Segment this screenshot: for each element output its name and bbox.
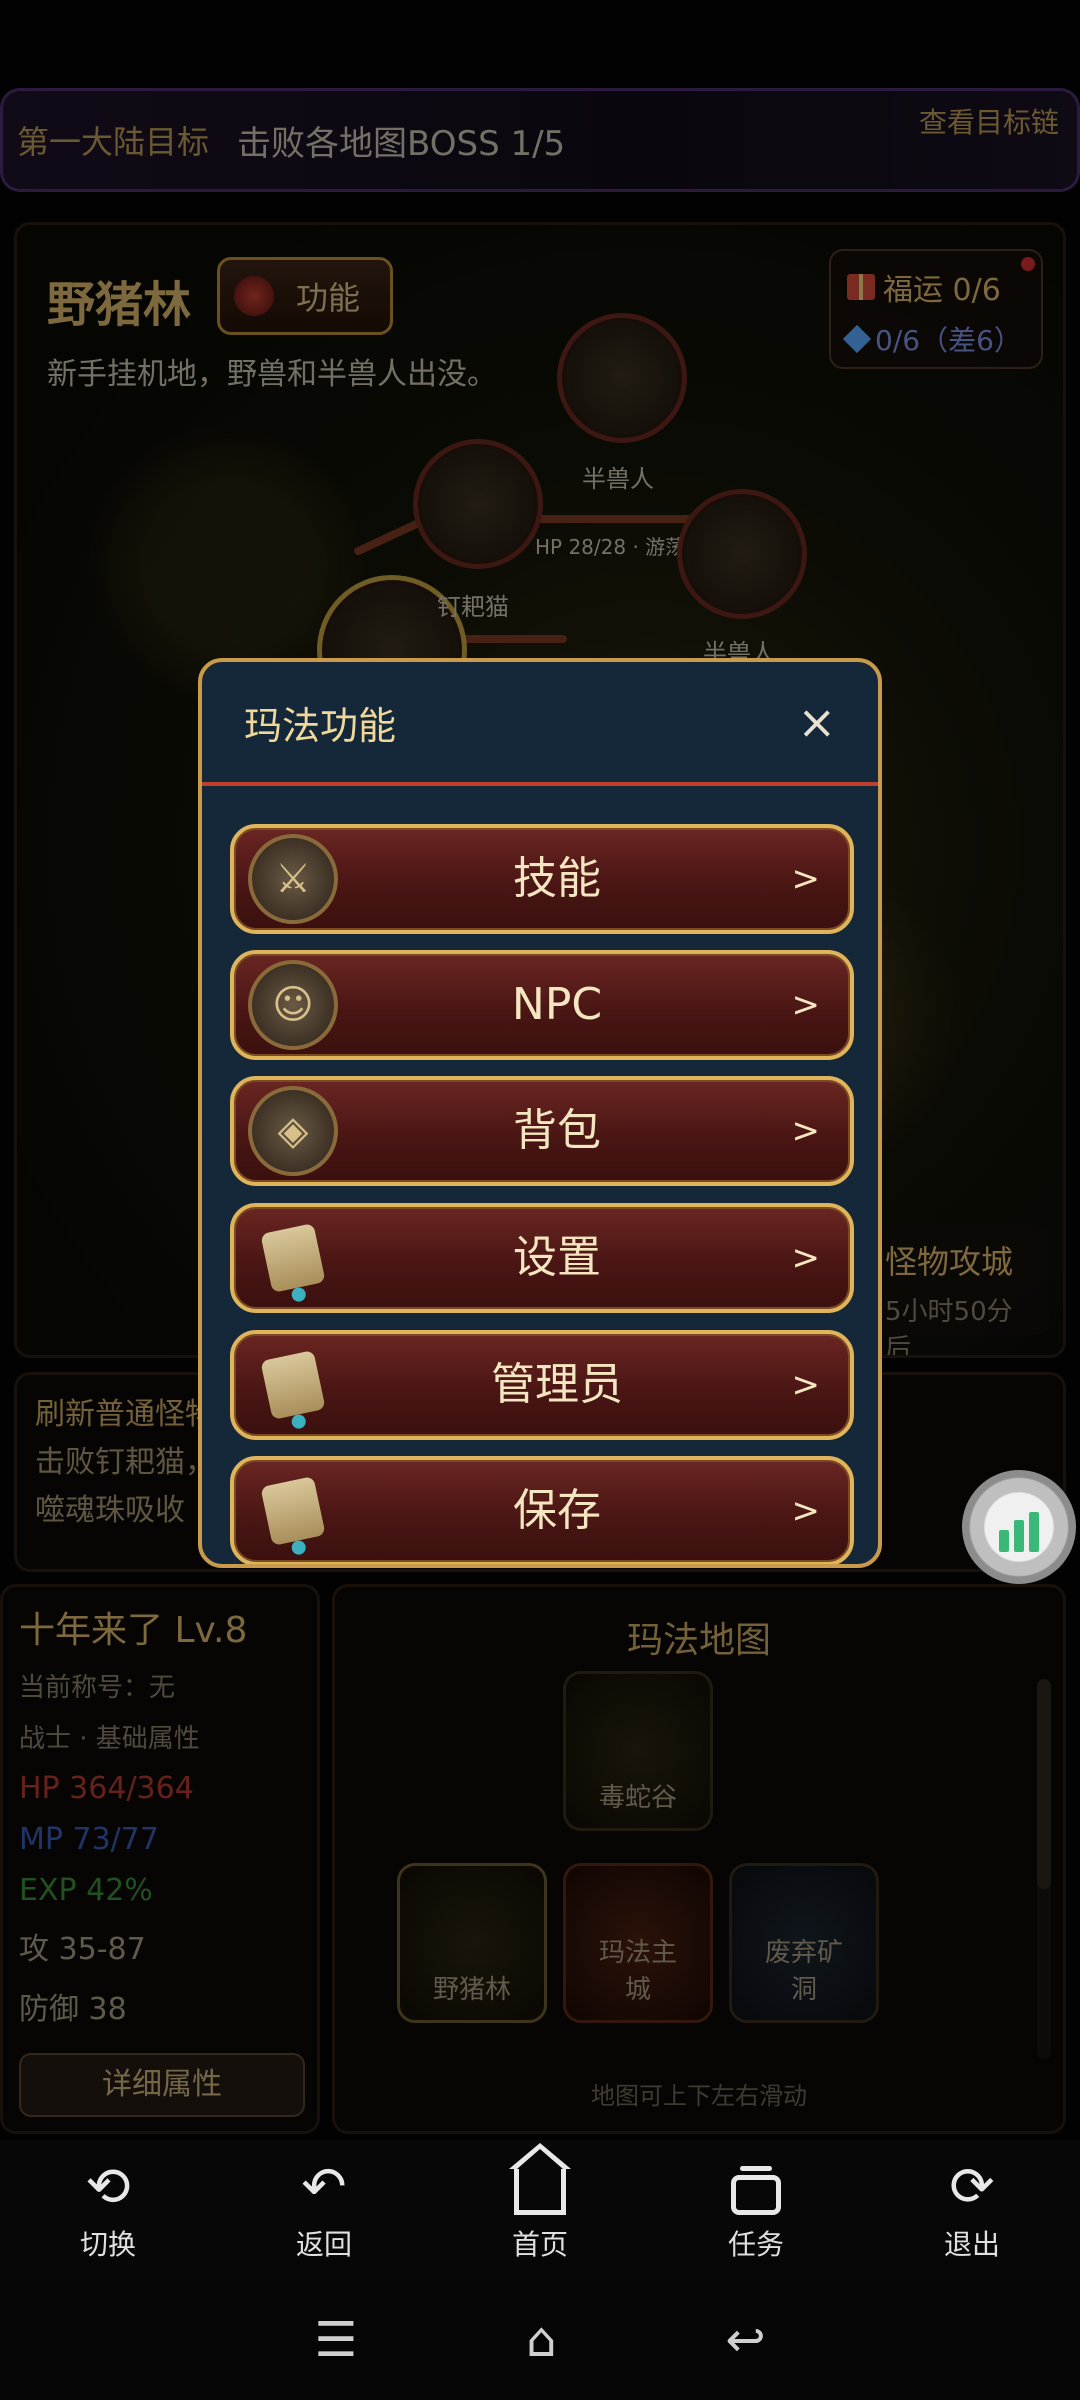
bar-chart-icon xyxy=(1014,1520,1024,1552)
crossed-swords-icon: ⚔ xyxy=(248,834,338,924)
undo-icon: ↶ xyxy=(301,2155,347,2218)
home-icon xyxy=(470,2143,610,2217)
menu-item-label: 设置 xyxy=(513,1232,601,1283)
chevron-right-icon: > xyxy=(791,1365,821,1405)
chevron-right-icon: > xyxy=(791,859,821,899)
nav-label: 退出 xyxy=(943,2228,1000,2261)
scroll-icon xyxy=(248,1466,338,1556)
menu-item-npc[interactable]: ☺ NPC > xyxy=(230,950,854,1060)
nav-exit[interactable]: ⟳ 退出 xyxy=(902,2157,1042,2263)
menu-item-save[interactable]: 保存 > xyxy=(230,1456,854,1564)
mafa-function-modal: 玛法功能 × ⚔ 技能 > ☺ NPC > ◈ 背包 > 设置 > 管理员 > xyxy=(198,658,882,1568)
exit-icon: ⟳ xyxy=(949,2155,995,2218)
menu-icon[interactable]: ☰ xyxy=(314,2312,357,2368)
backpack-icon: ◈ xyxy=(248,1086,338,1176)
nav-home[interactable]: 首页 xyxy=(470,2143,610,2263)
modal-title: 玛法功能 xyxy=(244,703,397,748)
bottom-nav: ⟲ 切换 ↶ 返回 首页 任务 ⟳ 退出 xyxy=(0,2140,1080,2280)
nav-label: 首页 xyxy=(511,2228,568,2261)
npc-portrait-icon: ☺ xyxy=(248,960,338,1050)
menu-item-skills[interactable]: ⚔ 技能 > xyxy=(230,824,854,934)
back-icon[interactable]: ↩ xyxy=(725,2312,765,2368)
menu-item-admin[interactable]: 管理员 > xyxy=(230,1330,854,1440)
nav-switch[interactable]: ⟲ 切换 xyxy=(38,2157,178,2263)
chevron-right-icon: > xyxy=(791,1491,821,1531)
modal-header: 玛法功能 × xyxy=(202,662,878,786)
floating-stats-button[interactable] xyxy=(962,1470,1076,1584)
switch-icon: ⟲ xyxy=(85,2155,131,2218)
close-icon[interactable]: × xyxy=(797,698,836,746)
chevron-right-icon: > xyxy=(791,1238,821,1278)
menu-item-label: 保存 xyxy=(513,1485,601,1536)
menu-item-settings[interactable]: 设置 > xyxy=(230,1203,854,1313)
nav-label: 任务 xyxy=(727,2228,784,2261)
scroll-icon xyxy=(248,1213,338,1303)
home-icon[interactable]: ⌂ xyxy=(526,2312,556,2368)
chevron-right-icon: > xyxy=(791,1111,821,1151)
chevron-right-icon: > xyxy=(791,985,821,1025)
nav-back[interactable]: ↶ 返回 xyxy=(254,2157,394,2263)
menu-item-label: 技能 xyxy=(513,853,601,904)
tasks-icon xyxy=(686,2157,826,2217)
bar-chart-icon xyxy=(1029,1512,1039,1552)
menu-item-label: 背包 xyxy=(513,1105,601,1156)
nav-label: 返回 xyxy=(295,2228,352,2261)
menu-item-label: 管理员 xyxy=(491,1359,623,1410)
menu-item-bag[interactable]: ◈ 背包 > xyxy=(230,1076,854,1186)
nav-label: 切换 xyxy=(79,2228,136,2261)
nav-tasks[interactable]: 任务 xyxy=(686,2157,826,2263)
app-screen: 第一大陆目标 击败各地图BOSS 1/5 查看目标链 野猪林 功能 新手挂机地，… xyxy=(0,0,1080,2400)
scroll-icon xyxy=(248,1340,338,1430)
system-nav-bar: ☰ ⌂ ↩ xyxy=(0,2280,1080,2400)
bar-chart-icon xyxy=(999,1530,1009,1552)
menu-item-label: NPC xyxy=(511,979,603,1030)
